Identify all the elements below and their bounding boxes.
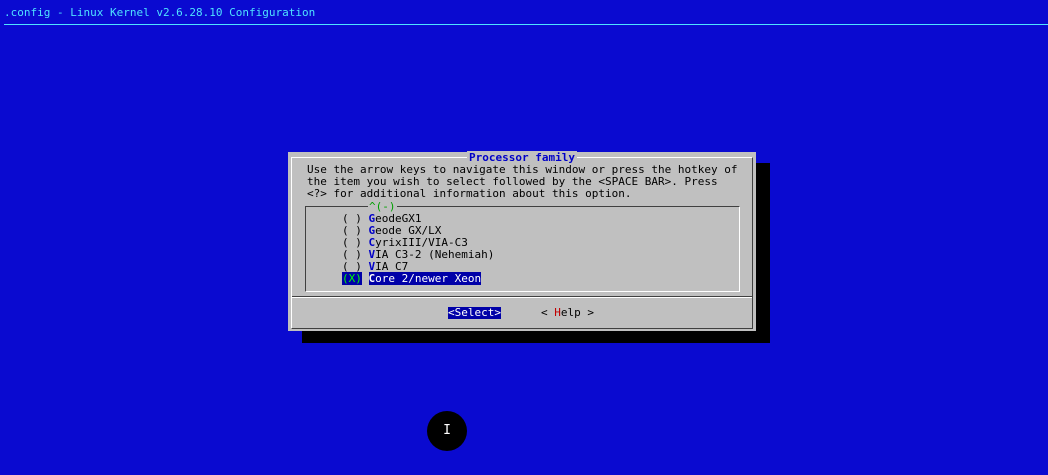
processor-family-dialog: Processor family Use the arrow keys to n… — [288, 151, 756, 331]
help-button-prefix: < — [541, 306, 555, 319]
option-label: Core 2/newer Xeon — [368, 272, 482, 285]
select-button[interactable]: <Select> — [448, 307, 501, 319]
option-core2-newer-xeon[interactable]: (X) Core 2/newer Xeon — [342, 272, 482, 285]
options-listbox[interactable]: ^(-) ( ) GeodeGX1 ( ) Geode GX/LX ( ) Cy… — [305, 201, 740, 292]
help-button[interactable]: < Help > — [541, 307, 594, 319]
window-title: .config - Linux Kernel v2.6.28.10 Config… — [4, 6, 316, 19]
text-cursor-icon: I — [443, 423, 451, 438]
help-button-rest: elp > — [560, 306, 594, 319]
mouse-cursor-highlight: I — [427, 411, 467, 451]
title-rule — [4, 24, 1048, 25]
radio-mark-selected[interactable]: (X) — [342, 272, 362, 285]
help-button-hotkey: H — [554, 306, 561, 319]
option-label-rest: ore 2/newer Xeon — [375, 272, 482, 285]
button-separator — [292, 296, 752, 298]
help-text: Use the arrow keys to navigate this wind… — [307, 164, 747, 200]
help-line: <?> for additional information about thi… — [307, 187, 632, 200]
